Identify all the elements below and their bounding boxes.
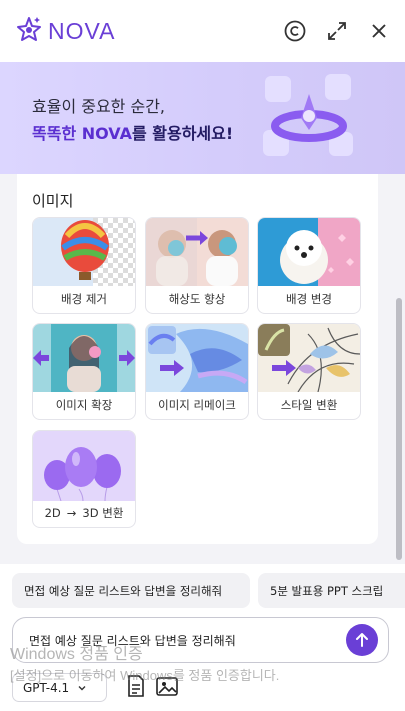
section-title: 이미지	[32, 192, 74, 210]
style-transfer-thumbnail	[258, 324, 360, 392]
scrollbar-thumb[interactable]	[396, 298, 402, 560]
tile-background-change[interactable]: 배경 변경	[257, 217, 361, 314]
document-icon[interactable]	[125, 674, 147, 698]
tile-2d-to-3d[interactable]: 2D → 3D 변환	[32, 430, 136, 528]
nova-star-logo-icon	[16, 15, 42, 47]
tile-label: 2D → 3D 변환	[33, 499, 135, 527]
image-upload-icon[interactable]	[156, 674, 178, 698]
prompt-input-value[interactable]: 면접 예상 질문 리스트와 답변을 정리해줘	[29, 632, 236, 649]
copyright-icon[interactable]	[283, 19, 307, 43]
send-button[interactable]	[346, 624, 378, 656]
image-expand-thumbnail	[33, 324, 135, 392]
image-remake-thumbnail	[146, 324, 248, 392]
tile-style-transfer[interactable]: 스타일 변환	[257, 323, 361, 420]
tile-label: 배경 제거	[61, 292, 107, 306]
model-select[interactable]: GPT-4.1	[12, 673, 107, 702]
tile-background-removal[interactable]: 배경 제거	[32, 217, 136, 314]
banner-line1: 효율이 중요한 순간,	[32, 97, 166, 116]
close-icon[interactable]	[367, 19, 391, 43]
arrow-right-icon: →	[66, 506, 77, 520]
suggestion-chip[interactable]: 면접 예상 질문 리스트와 답변을 정리해줘	[12, 573, 250, 608]
tile-label: 해상도 향상	[168, 292, 226, 306]
chevron-down-icon	[78, 685, 86, 690]
label-2d: 2D	[44, 506, 61, 520]
header: NOVA	[0, 0, 405, 62]
banner-line2-rest: 를 활용하세요!	[131, 124, 234, 143]
tile-image-remake[interactable]: 이미지 리메이크	[145, 323, 249, 420]
expand-icon[interactable]	[325, 19, 349, 43]
model-name: GPT-4.1	[23, 680, 70, 695]
tile-resolution-upscale[interactable]: 해상도 향상	[145, 217, 249, 314]
banner-illustration	[259, 68, 359, 168]
tile-label: 이미지 확장	[55, 398, 113, 412]
app-name: NOVA	[48, 17, 116, 44]
tile-image-expand[interactable]: 이미지 확장	[32, 323, 136, 420]
suggestion-chip[interactable]: 5분 발표용 PPT 스크립	[258, 573, 405, 608]
tile-label: 배경 변경	[286, 292, 332, 306]
arrow-up-icon	[356, 633, 368, 647]
upscale-thumbnail	[146, 218, 248, 286]
2d-to-3d-thumbnail	[33, 431, 135, 501]
tile-label: 스타일 변환	[280, 398, 338, 412]
label-3d: 3D 변환	[82, 506, 124, 520]
tile-label: 이미지 리메이크	[158, 398, 236, 412]
logo: NOVA	[16, 15, 115, 47]
background-removal-thumbnail	[33, 218, 135, 286]
banner-highlight: 똑똑한 NOVA	[32, 124, 132, 143]
promo-banner[interactable]: 효율이 중요한 순간, 똑똑한 NOVA를 활용하세요!	[0, 62, 405, 174]
background-change-thumbnail	[258, 218, 360, 286]
banner-line2: 똑똑한 NOVA를 활용하세요!	[32, 120, 233, 144]
